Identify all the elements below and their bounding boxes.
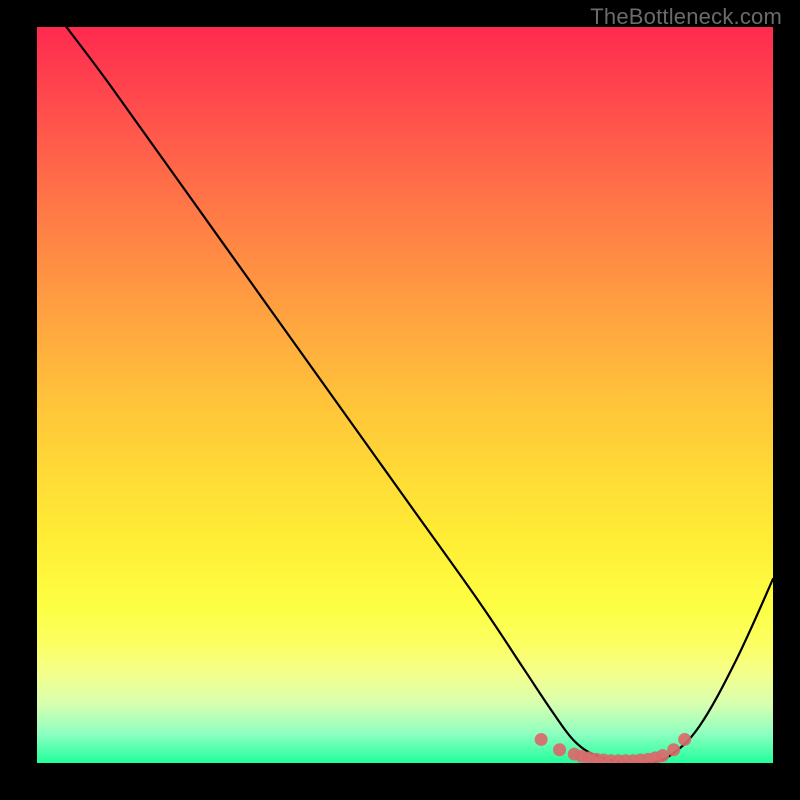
low-bottleneck-markers <box>37 27 773 763</box>
watermark-text: TheBottleneck.com <box>590 4 782 30</box>
bottleneck-curve <box>37 27 773 763</box>
chart-plot-area <box>37 27 773 763</box>
